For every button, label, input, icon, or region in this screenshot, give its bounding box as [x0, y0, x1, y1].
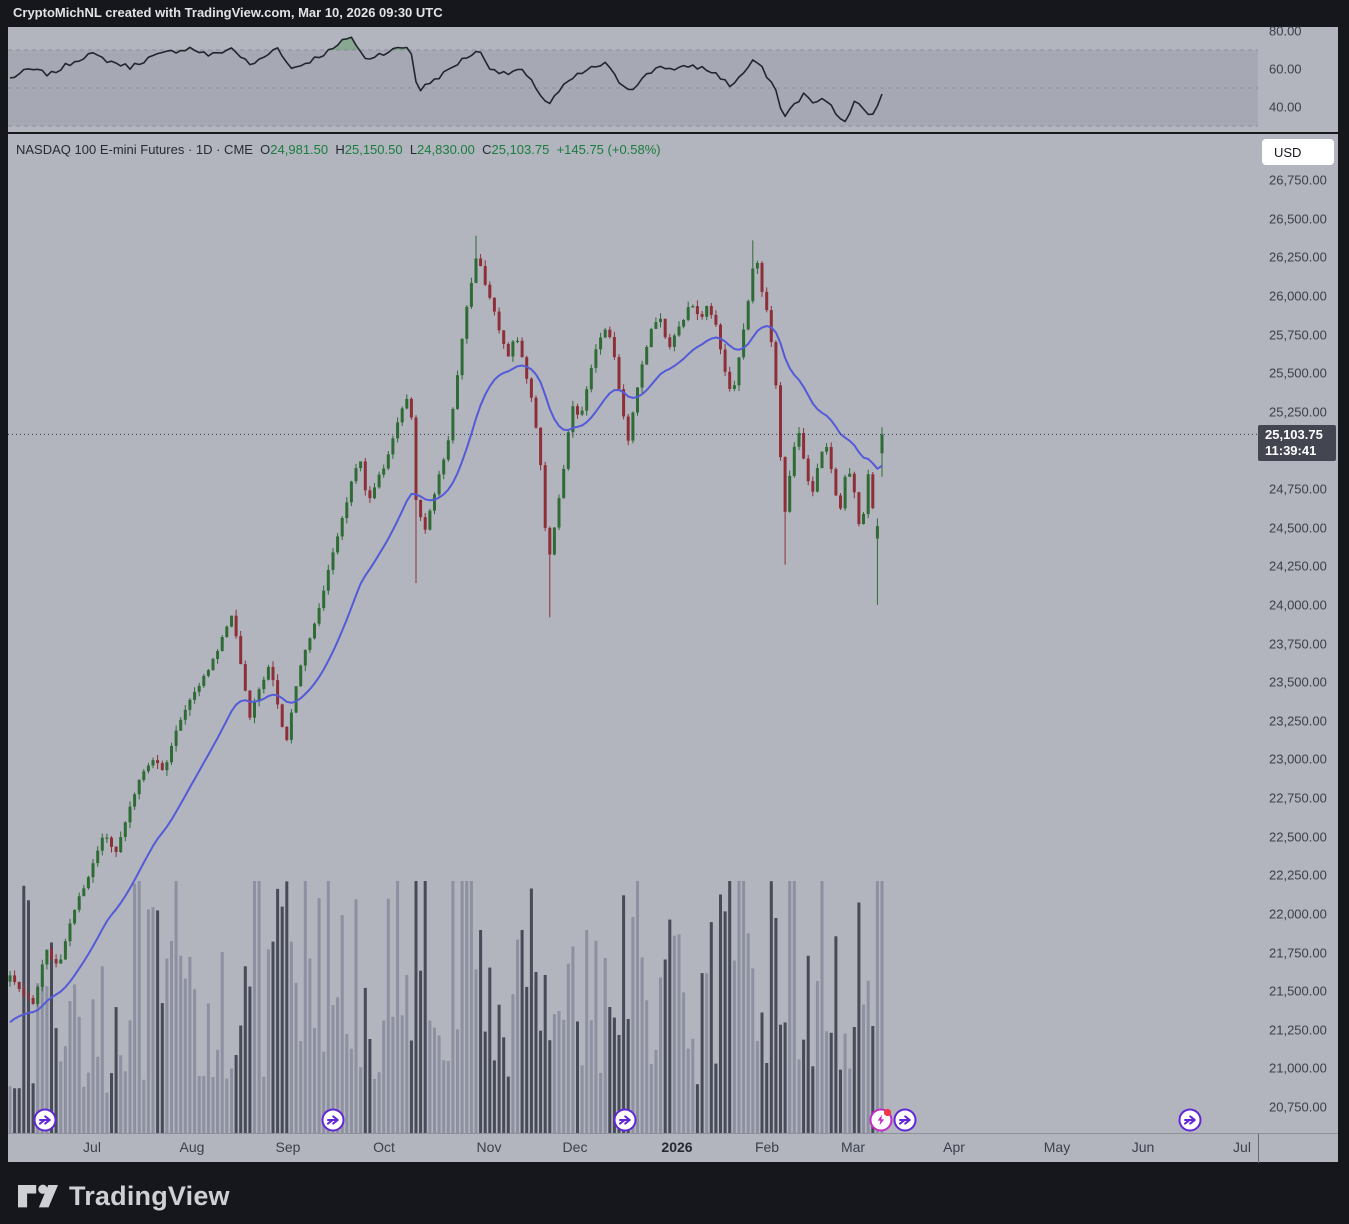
price-scale-tick: 24,750.00 [1269, 482, 1327, 497]
price-scale[interactable]: 25,103.75 11:39:41 80.00 60.00 40.00 26,750… [1258, 27, 1338, 1133]
price-scale-tick: 23,750.00 [1269, 636, 1327, 651]
split-event-icon[interactable] [1180, 1110, 1201, 1131]
flash-event-icon[interactable] [871, 1109, 892, 1131]
time-scale-label: Jul [83, 1139, 101, 1155]
currency-toggle-button[interactable]: USD [1262, 139, 1334, 165]
rsi-scale-tick: 60.00 [1269, 62, 1302, 77]
chart-frame: NASDAQ 100 E-mini Futures · 1D · CME O24… [8, 27, 1338, 1162]
legend-segment: C [482, 142, 491, 157]
time-scale-label: May [1044, 1139, 1070, 1155]
notification-dot [884, 1109, 891, 1116]
price-scale-tick: 21,500.00 [1269, 984, 1327, 999]
price-scale-tick: 23,250.00 [1269, 713, 1327, 728]
attribution-bar: CryptoMichNL created with TradingView.co… [0, 0, 1349, 27]
price-scale-tick: 22,250.00 [1269, 868, 1327, 883]
price-scale-tick: 22,500.00 [1269, 829, 1327, 844]
tradingview-logo-icon [18, 1181, 58, 1212]
price-scale-tick: 22,750.00 [1269, 791, 1327, 806]
legend-segment: 25,103.75 [492, 142, 557, 157]
volume-bars [9, 881, 884, 1133]
time-scale-label: Sep [276, 1139, 301, 1155]
axis-corner-divider [1258, 1134, 1259, 1163]
time-scale-label: Feb [755, 1139, 779, 1155]
last-price-label: 25,103.75 11:39:41 [1258, 425, 1336, 461]
bar-close-countdown: 11:39:41 [1265, 443, 1336, 459]
tradingview-watermark[interactable]: TradingView [18, 1175, 230, 1217]
split-event-icon[interactable] [615, 1110, 636, 1131]
price-scale-tick: 24,500.00 [1269, 520, 1327, 535]
price-scale-tick: 24,000.00 [1269, 597, 1327, 612]
pane-separator[interactable] [8, 132, 1338, 134]
currency-label: USD [1274, 145, 1301, 160]
price-scale-tick: 25,250.00 [1269, 404, 1327, 419]
time-scale[interactable]: Jul Aug Sep Oct Nov Dec 2026 Feb Mar Apr May Jun Jul [8, 1133, 1338, 1162]
time-scale-label: Jul [1233, 1139, 1251, 1155]
attribution-text: CryptoMichNL created with TradingView.co… [13, 5, 443, 20]
legend-segment: NASDAQ 100 E-mini Futures · 1D · CME [16, 142, 260, 157]
price-pane[interactable] [8, 134, 1258, 1133]
price-scale-tick: 21,250.00 [1269, 1022, 1327, 1037]
split-event-icon[interactable] [323, 1110, 344, 1131]
price-scale-tick: 25,500.00 [1269, 366, 1327, 381]
price-scale-tick: 26,000.00 [1269, 288, 1327, 303]
legend-segment: 25,150.50 [345, 142, 410, 157]
price-scale-tick: 21,000.00 [1269, 1061, 1327, 1076]
time-scale-label: Oct [373, 1139, 395, 1155]
split-event-icon[interactable] [35, 1110, 56, 1131]
legend-segment: +145.75 (+0.58%) [557, 142, 661, 157]
time-scale-label: Dec [563, 1139, 588, 1155]
price-scale-tick: 22,000.00 [1269, 906, 1327, 921]
price-scale-tick: 24,250.00 [1269, 559, 1327, 574]
legend-segment: 24,981.50 [270, 142, 335, 157]
time-scale-label: Jun [1132, 1139, 1155, 1155]
time-scale-label: Apr [943, 1139, 965, 1155]
price-scale-tick: 26,750.00 [1269, 173, 1327, 188]
time-scale-label: Nov [477, 1139, 502, 1155]
legend-segment: 24,830.00 [417, 142, 482, 157]
price-scale-tick: 20,750.00 [1269, 1100, 1327, 1115]
price-scale-tick: 26,250.00 [1269, 250, 1327, 265]
tradingview-logo-text: TradingView [69, 1181, 230, 1212]
legend-segment: L [410, 142, 417, 157]
time-scale-label: 2026 [661, 1139, 692, 1155]
price-scale-tick: 23,000.00 [1269, 752, 1327, 767]
symbol-legend[interactable]: NASDAQ 100 E-mini Futures · 1D · CME O24… [16, 142, 661, 157]
legend-segment: O [260, 142, 270, 157]
moving-average-line [10, 326, 882, 1022]
price-scale-tick: 23,500.00 [1269, 675, 1327, 690]
legend-segment: H [335, 142, 344, 157]
split-event-icon[interactable] [895, 1110, 916, 1131]
rsi-scale-tick: 80.00 [1269, 24, 1302, 39]
price-scale-tick: 26,500.00 [1269, 211, 1327, 226]
last-price-value: 25,103.75 [1265, 427, 1336, 443]
time-scale-label: Mar [841, 1139, 865, 1155]
price-scale-tick: 25,750.00 [1269, 327, 1327, 342]
rsi-scale-tick: 40.00 [1269, 100, 1302, 115]
time-scale-label: Aug [180, 1139, 205, 1155]
price-scale-tick: 21,750.00 [1269, 945, 1327, 960]
rsi-pane[interactable] [8, 27, 1258, 133]
